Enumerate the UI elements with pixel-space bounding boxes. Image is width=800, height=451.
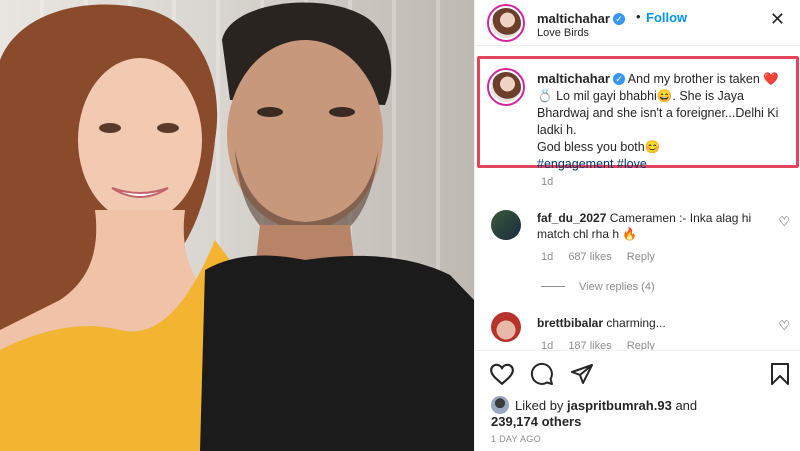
post-timestamp: 1 DAY AGO	[491, 434, 541, 444]
close-icon[interactable]: ✕	[770, 10, 785, 28]
avatar-image	[491, 8, 521, 38]
view-replies-button[interactable]: View replies (4)	[541, 281, 655, 293]
view-replies-label: View replies (4)	[579, 281, 655, 293]
comment-text: charming...	[606, 316, 666, 330]
follow-button[interactable]: Follow	[646, 10, 687, 25]
caption-line-3: God bless you both😊	[537, 140, 661, 154]
heart-icon[interactable]	[489, 362, 515, 386]
caption-username[interactable]: maltichahar	[537, 71, 610, 86]
post-side-panel: maltichahar ✓ • Follow Love Birds ✕ malti…	[474, 0, 800, 451]
comment-likes[interactable]: 687 likes	[568, 251, 611, 263]
comment-like-heart-icon[interactable]: ♡	[778, 214, 790, 230]
replies-divider-line	[541, 286, 565, 287]
author-avatar[interactable]	[487, 4, 525, 42]
post-location[interactable]: Love Birds	[537, 27, 589, 39]
comment-like-heart-icon[interactable]: ♡	[778, 318, 790, 334]
post-photo[interactable]	[0, 0, 474, 451]
bookmark-icon[interactable]	[769, 362, 791, 386]
likes-count[interactable]: 239,174 others	[491, 414, 581, 429]
liker-username[interactable]: jaspritbumrah.93	[567, 398, 672, 413]
couple-illustration	[0, 2, 474, 451]
liker-avatar[interactable]	[491, 396, 509, 414]
verified-badge-icon: ✓	[612, 13, 625, 25]
likes-summary: Liked by jaspritbumrah.93 and 239,174 ot…	[491, 396, 791, 430]
commenter-avatar[interactable]	[491, 312, 521, 342]
avatar-image	[491, 72, 521, 102]
likes-middle: and	[675, 398, 698, 413]
comment-meta: 1d 687 likes Reply	[541, 251, 667, 263]
caption-line-1: And my brother is taken	[627, 72, 760, 86]
post-header: maltichahar ✓ • Follow Love Birds ✕	[475, 0, 800, 46]
caption-avatar[interactable]	[487, 68, 525, 106]
caption-time: 1d	[541, 176, 554, 188]
caption-text: maltichahar ✓ And my brother is taken ❤️💍…	[537, 70, 792, 173]
likes-prefix: Liked by	[515, 398, 564, 413]
comment-item: faf_du_2027 Cameramen :- Inka alag hi ma…	[537, 210, 773, 242]
comment-item: brettbibalar charming...	[537, 315, 773, 331]
commenter-avatar[interactable]	[491, 210, 521, 240]
verified-badge-icon: ✓	[612, 73, 625, 85]
header-dot-separator: •	[636, 9, 641, 24]
comment-username[interactable]: brettbibalar	[537, 316, 603, 330]
author-name-row: maltichahar ✓	[537, 10, 625, 28]
author-username[interactable]: maltichahar	[537, 11, 610, 26]
comment-username[interactable]: faf_du_2027	[537, 211, 606, 225]
caption-hashtags[interactable]: #engagement #love	[537, 157, 647, 171]
share-icon[interactable]	[569, 362, 595, 386]
comment-reply-button[interactable]: Reply	[627, 251, 655, 263]
comment-icon[interactable]	[529, 362, 555, 386]
comment-time: 1d	[541, 251, 554, 263]
post-action-bar	[475, 350, 800, 394]
caption-line-2: Lo mil gayi bhabhi😄. She is Jaya Bhardwa…	[537, 89, 779, 137]
